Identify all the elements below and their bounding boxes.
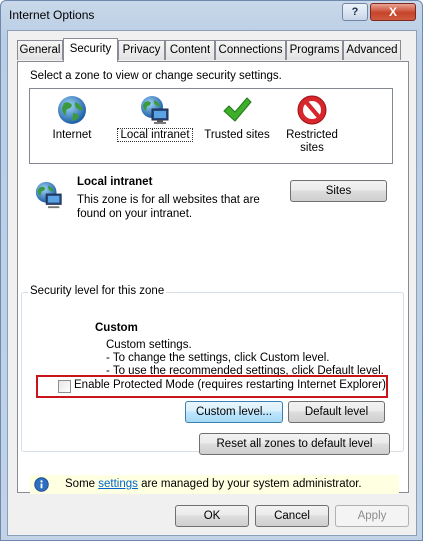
tab-privacy[interactable]: Privacy [118,40,165,60]
tab-label: Content [169,44,211,56]
tab-advanced[interactable]: Advanced [343,40,401,60]
help-button[interactable]: ? [342,3,368,21]
tab-label: Programs [289,44,340,56]
tab-label: Connections [218,44,283,56]
security-level-group-title: Security level for this zone [28,285,167,297]
default-level-label: Default level [304,406,369,418]
protected-mode-checkbox[interactable] [58,380,71,393]
level-line-2: - To change the settings, click Custom l… [106,352,330,364]
zone-prompt: Select a zone to view or change security… [30,70,282,82]
dialog-body: General Security Privacy Content Connect… [7,30,417,536]
protected-mode-label[interactable]: Enable Protected Mode (requires restarti… [74,379,386,391]
tab-label: Security [69,43,112,55]
close-button[interactable]: X [370,3,416,21]
sites-button-label: Sites [325,185,352,197]
security-tab-panel: Select a zone to view or change security… [17,61,409,494]
zone-local-intranet[interactable]: Local intranet [113,89,197,163]
tab-programs[interactable]: Programs [286,40,343,60]
info-icon [34,477,49,492]
zone-info-description: This zone is for all websites that are f… [77,194,260,220]
restricted-icon [297,95,327,125]
intranet-icon [35,181,62,209]
tab-general[interactable]: General [17,40,63,60]
sites-button[interactable]: Sites [290,180,387,202]
ok-button[interactable]: OK [175,505,249,527]
intranet-icon [141,96,169,124]
tab-connections[interactable]: Connections [215,40,286,60]
cancel-button[interactable]: Cancel [255,505,329,527]
title-bar[interactable]: Internet Options ? X [1,1,422,31]
zone-internet[interactable]: Internet [32,89,112,163]
info-prefix: Some [65,478,99,490]
checkmark-icon [223,97,252,122]
zone-info-title: Local intranet [77,176,153,188]
zone-trusted-sites[interactable]: Trusted sites [196,89,278,163]
custom-level-button[interactable]: Custom level... [185,401,283,423]
zone-restricted-sites[interactable]: Restricted sites [280,89,344,163]
tab-security[interactable]: Security [63,38,118,62]
default-level-button[interactable]: Default level [288,401,385,423]
internet-options-window: Internet Options ? X General Security Pr… [0,0,423,541]
info-suffix: are managed by your system administrator… [137,478,362,490]
settings-link[interactable]: settings [98,478,138,490]
apply-button[interactable]: Apply [335,505,409,527]
ok-label: OK [203,510,221,522]
reset-all-zones-label: Reset all zones to default level [216,438,373,450]
zone-label: Trusted sites [204,129,270,141]
globe-icon [58,96,86,124]
admin-info-text: Some settings are managed by your system… [65,478,362,490]
window-title: Internet Options [9,8,95,22]
zone-list: Internet Local intranet Trusted sites Re… [29,88,393,164]
zone-label: Local intranet [117,128,193,142]
tab-content[interactable]: Content [165,40,215,60]
reset-all-zones-button[interactable]: Reset all zones to default level [199,433,390,455]
level-heading: Custom [95,322,138,334]
zone-label: Restricted sites [286,129,338,154]
tab-label: Privacy [122,44,161,56]
zone-label: Internet [52,129,92,141]
admin-info-bar: Some settings are managed by your system… [30,475,399,494]
cancel-label: Cancel [274,510,310,522]
apply-label: Apply [357,510,387,522]
level-line-1: Custom settings. [106,339,192,351]
custom-level-label: Custom level... [195,406,273,418]
tab-label: General [19,44,61,56]
tab-label: Advanced [346,44,398,56]
